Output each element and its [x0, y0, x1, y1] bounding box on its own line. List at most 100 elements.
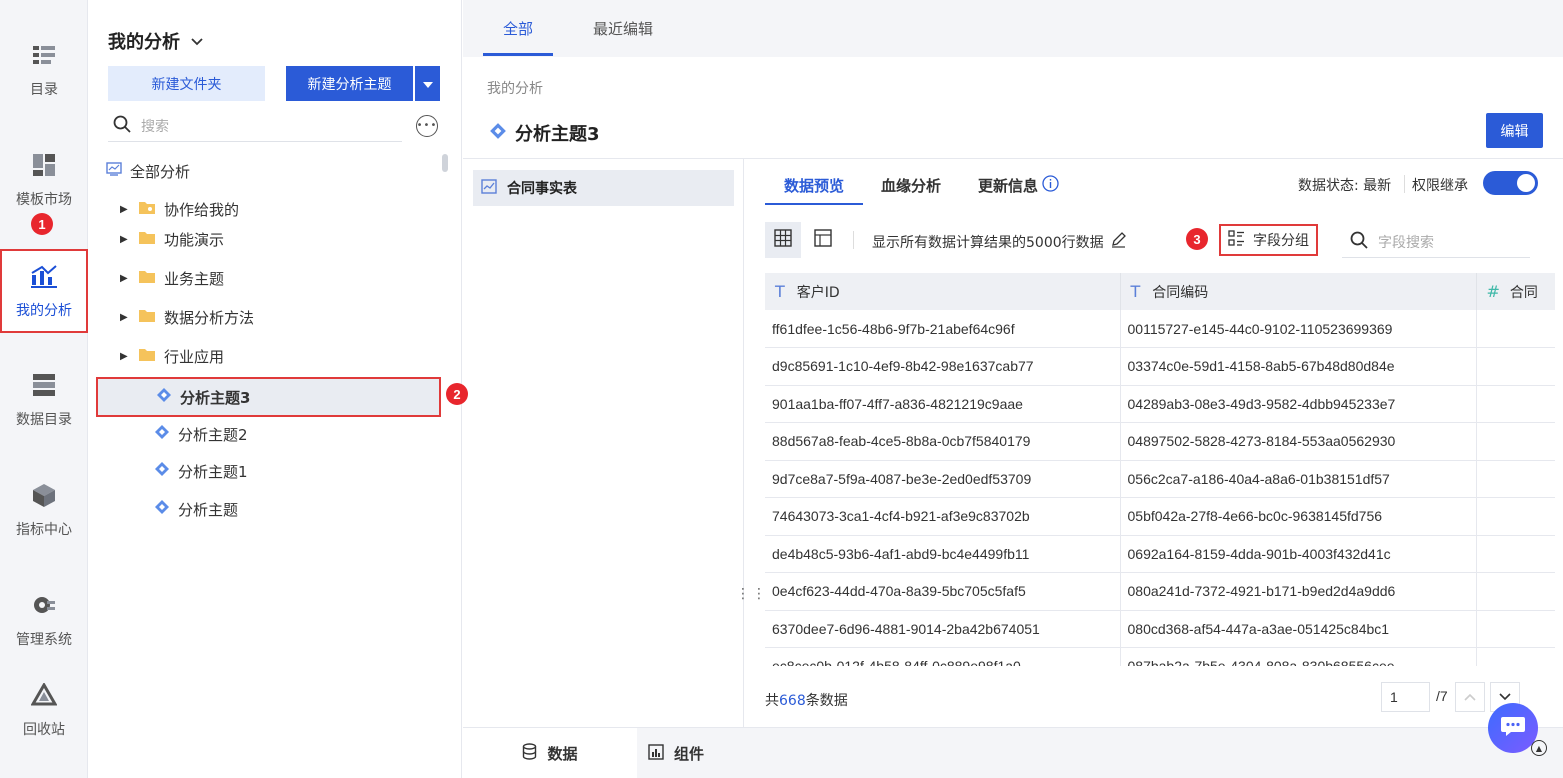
rail-label: 指标中心	[16, 522, 72, 538]
tree-folder-methods[interactable]: ▶ 数据分析方法	[120, 302, 254, 332]
table-cell: 080a241d-7372-4921-b171-b9ed2d4a9dd6	[1120, 572, 1477, 611]
tab-data[interactable]: 数据	[463, 728, 637, 778]
tree-scrollbar[interactable]	[442, 154, 448, 172]
table-cell: de4b48c5-93b6-4af1-abd9-bc4e4499fb11	[765, 535, 1121, 573]
tree-node-label: 数据分析方法	[164, 308, 255, 327]
grid-view-button[interactable]	[765, 222, 801, 258]
tab-underline	[765, 203, 863, 205]
rail-label: 回收站	[23, 722, 65, 738]
tree-folder-demo[interactable]: ▶ 功能演示	[120, 224, 224, 254]
tree-search-input[interactable]: 搜索	[108, 110, 402, 142]
table-cell: 04897502-5828-4273-8184-553aa0562930	[1120, 422, 1477, 461]
nav-rail: 目录 模板市场 1 我的分析 数据目录 指标中心 管理系统 回收站	[0, 0, 88, 778]
column-header[interactable]: # 合同	[1476, 273, 1555, 310]
subject-icon	[154, 424, 170, 444]
tree-node-label: 功能演示	[164, 230, 225, 249]
table-row: de4b48c5-93b6-4af1-abd9-bc4e4499fb11 0692…	[765, 535, 1555, 573]
tab-lineage[interactable]: 血缘分析	[881, 175, 941, 196]
table-row: ec8cec0b-012f-4b58-84ff-0c889e98f1a0087b…	[765, 647, 1555, 666]
tab-all[interactable]: 全部	[503, 18, 533, 39]
tree-title-text: 我的分析	[108, 32, 180, 53]
page-total: /7	[1436, 688, 1448, 704]
metrics-center-icon	[30, 481, 58, 509]
tree-subject[interactable]: 分析主题2	[154, 419, 248, 449]
chevron-down-icon	[1499, 690, 1511, 704]
table-cell: 1	[1476, 647, 1555, 666]
tree-subject[interactable]: 分析主题	[154, 494, 238, 524]
rail-label: 我的分析	[16, 303, 72, 319]
tab-update-info-label: 更新信息	[978, 177, 1039, 195]
new-subject-dropdown[interactable]	[415, 66, 440, 101]
rail-item-metrics-center[interactable]: 指标中心	[0, 470, 88, 550]
edit-button[interactable]: 编辑	[1486, 113, 1543, 148]
tree-node-root[interactable]: 全部分析	[106, 156, 190, 186]
table-row: 74643073-3ca1-4cf4-b921-af3e9c83702b 05bf…	[765, 497, 1555, 536]
tree-folder-industry[interactable]: ▶ 行业应用	[120, 341, 224, 371]
number-type-icon: #	[1486, 281, 1500, 301]
row-count: 共668条数据	[765, 690, 848, 710]
tree-node-label: 行业应用	[164, 347, 225, 366]
field-search-input[interactable]: 字段搜索	[1342, 226, 1530, 258]
table-cell: 88d567a8-feab-4ce5-8b8a-0cb7f5840179	[765, 422, 1121, 461]
tree-subject[interactable]: 分析主题1	[154, 456, 248, 486]
permission-inherit-toggle[interactable]	[1483, 171, 1538, 195]
database-icon	[522, 743, 537, 764]
folder-icon	[138, 269, 156, 288]
row-count-prefix: 共	[765, 693, 779, 709]
table-row: d9c85691-1c10-4ef9-8b42-98e1637cab77 0337…	[765, 347, 1555, 386]
row-limit-info: 显示所有数据计算结果的5000行数据	[872, 231, 1127, 252]
chevron-down-icon	[190, 31, 204, 52]
rail-label: 数据目录	[16, 412, 72, 428]
layout-icon	[814, 229, 832, 251]
more-options-icon[interactable]: •••	[416, 115, 438, 137]
table-cell: 6	[1476, 497, 1555, 536]
page-number-input[interactable]: 1	[1381, 682, 1430, 712]
tree-title[interactable]: 我的分析	[108, 28, 204, 54]
collapse-panel-icon[interactable]: ▲	[1531, 740, 1547, 756]
table-cell: d9c85691-1c10-4ef9-8b42-98e1637cab77	[765, 347, 1121, 386]
rail-item-recycle-bin[interactable]: 回收站	[0, 670, 88, 750]
recycle-bin-icon	[30, 681, 58, 709]
rail-item-my-analysis[interactable]: 我的分析	[0, 249, 88, 333]
tab-recent[interactable]: 最近编辑	[593, 18, 653, 39]
text-type-icon: T	[1130, 281, 1141, 301]
table-cell: 2	[1476, 572, 1555, 611]
page-title-text: 分析主题3	[515, 124, 600, 145]
column-header[interactable]: T 客户ID	[765, 273, 1121, 310]
tree-folder-business[interactable]: ▶ 业务主题	[120, 263, 224, 293]
breadcrumb[interactable]: 我的分析	[487, 78, 543, 98]
analysis-tree-panel: 我的分析 新建文件夹 新建分析主题 搜索 ••• 全部分析 ▶ 协作给我的 ▶ …	[88, 0, 468, 778]
table-cell: 03374c0e-59d1-4158-8ab5-67b48d80d84e	[1120, 347, 1477, 386]
rail-item-data-catalog[interactable]: 数据目录	[0, 360, 88, 440]
table-cell: 7	[1476, 610, 1555, 648]
rail-label: 目录	[30, 82, 58, 98]
app-window: 目录 模板市场 1 我的分析 数据目录 指标中心 管理系统 回收站 我的分析 新…	[0, 0, 1563, 778]
tab-components[interactable]: 组件	[648, 728, 704, 778]
table-cell: 0692a164-8159-4dda-901b-4003f432d41c	[1120, 535, 1477, 573]
table-cell: 1	[1476, 385, 1555, 423]
rail-item-template-market[interactable]: 模板市场	[0, 140, 88, 220]
table-cell: 00115727-e145-44c0-9102-110523699369	[1120, 310, 1477, 348]
rail-item-catalog[interactable]: 目录	[0, 30, 88, 110]
table-item-contract-fact[interactable]: 合同事实表	[473, 170, 734, 206]
tree-node-label: 分析主题3	[180, 388, 251, 407]
prev-page-button[interactable]	[1455, 682, 1485, 712]
new-subject-button[interactable]: 新建分析主题	[286, 66, 413, 101]
edit-pencil-icon[interactable]	[1110, 231, 1127, 252]
folder-icon	[138, 308, 156, 327]
layout-view-button[interactable]	[805, 222, 841, 258]
tab-data-preview[interactable]: 数据预览	[784, 175, 844, 196]
tree-subject-selected[interactable]: 分析主题3	[96, 377, 441, 417]
field-group-button[interactable]: 字段分组	[1219, 224, 1318, 256]
tree-node-label: 分析主题1	[178, 462, 248, 481]
row-count-value: 668	[779, 693, 806, 709]
table-row: 6370dee7-6d96-4881-9014-2ba42b674051 080c…	[765, 610, 1555, 648]
column-header[interactable]: T 合同编码	[1120, 273, 1477, 310]
data-preview-panel: 数据预览 血缘分析 更新信息 数据状态: 最新 权限继承 显示所有数据计算结果的…	[745, 159, 1563, 727]
new-folder-button[interactable]: 新建文件夹	[108, 66, 265, 101]
folder-icon	[138, 230, 156, 249]
tree-folder-shared[interactable]: ▶ 协作给我的	[120, 194, 239, 224]
tab-update-info[interactable]: 更新信息	[978, 175, 1059, 196]
rail-item-admin-system[interactable]: 管理系统	[0, 580, 88, 660]
table-cell: 087bab2a-7b5e-4304-808a-830b68556cee	[1120, 647, 1477, 666]
